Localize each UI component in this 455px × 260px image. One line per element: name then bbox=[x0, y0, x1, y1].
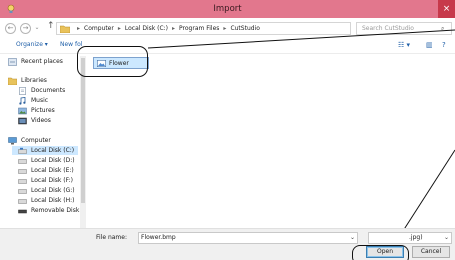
music-icon bbox=[19, 96, 26, 105]
nav-item-label: Videos bbox=[31, 117, 51, 124]
nav-item-pictures[interactable]: Pictures bbox=[18, 106, 55, 115]
breadcrumb-cutstudio[interactable]: CutStudio bbox=[230, 23, 259, 34]
nav-item-local-disk-h[interactable]: Local Disk (H:) bbox=[18, 196, 74, 205]
recent-places-icon bbox=[8, 57, 17, 66]
nav-item-local-disk-f[interactable]: Local Disk (F:) bbox=[18, 176, 73, 185]
new-folder-button[interactable]: New fol bbox=[60, 41, 82, 48]
file-name-input[interactable]: Flower.bmp ⌄ bbox=[138, 232, 358, 244]
nav-item-label: Computer bbox=[21, 137, 51, 144]
nav-item-label: Documents bbox=[31, 87, 66, 94]
nav-item-recent-places[interactable]: Recent places bbox=[8, 57, 63, 66]
nav-item-label: Removable Disk ( bbox=[31, 207, 84, 214]
nav-item-local-disk-d[interactable]: Local Disk (D:) bbox=[18, 156, 75, 165]
nav-item-removable-disk[interactable]: Removable Disk ( bbox=[18, 206, 84, 215]
help-button[interactable]: ? bbox=[442, 41, 446, 49]
nav-item-label: Local Disk (F:) bbox=[31, 177, 73, 184]
nav-item-label: Recent places bbox=[21, 58, 63, 65]
search-input[interactable]: Search CutStudio ⌕ bbox=[356, 22, 452, 35]
documents-icon bbox=[19, 86, 26, 95]
nav-item-videos[interactable]: Videos bbox=[18, 116, 51, 125]
title-bar: Import × bbox=[0, 0, 455, 18]
drive-icon bbox=[18, 147, 27, 154]
navigation-pane: Recent places Libraries Documents Music … bbox=[0, 54, 88, 234]
breadcrumb-local-disk-c[interactable]: Local Disk (C:) bbox=[125, 23, 168, 34]
recent-locations-button[interactable]: ⌄ bbox=[33, 23, 41, 34]
breadcrumb-separator: ▸ bbox=[117, 25, 121, 32]
drive-icon bbox=[18, 158, 27, 164]
close-button[interactable]: × bbox=[438, 0, 455, 18]
up-button[interactable]: ↑ bbox=[47, 21, 55, 31]
command-toolbar: Organize ▾ New fol ☷ ▾ ▥ ? bbox=[0, 39, 455, 54]
nav-item-computer[interactable]: Computer bbox=[8, 136, 51, 145]
file-type-select[interactable]: .jpg) ⌄ bbox=[368, 232, 452, 244]
nav-item-label: Local Disk (C:) bbox=[31, 147, 75, 154]
nav-item-label: Local Disk (H:) bbox=[31, 197, 75, 204]
videos-icon bbox=[18, 117, 27, 124]
breadcrumb: ▸ Computer ▸ Local Disk (C:) ▸ Program F… bbox=[73, 23, 260, 34]
nav-item-local-disk-c[interactable]: Local Disk (C:) bbox=[12, 146, 78, 155]
view-options-button[interactable]: ☷ ▾ bbox=[398, 41, 410, 49]
nav-item-label: Pictures bbox=[31, 107, 55, 114]
organize-button[interactable]: Organize ▾ bbox=[16, 41, 48, 48]
library-icon bbox=[8, 77, 17, 85]
callout-ring-selected-file bbox=[77, 46, 148, 77]
breadcrumb-separator: ▸ bbox=[77, 25, 81, 32]
back-button[interactable]: ← bbox=[5, 23, 16, 34]
forward-button[interactable]: → bbox=[20, 23, 31, 34]
folder-icon bbox=[60, 25, 70, 33]
search-icon[interactable]: ⌕ bbox=[441, 23, 449, 34]
breadcrumb-separator: ▸ bbox=[223, 25, 227, 32]
nav-item-libraries[interactable]: Libraries bbox=[8, 76, 47, 85]
drive-icon bbox=[18, 188, 27, 194]
file-type-value: .jpg) bbox=[409, 234, 423, 241]
breadcrumb-computer[interactable]: Computer bbox=[84, 23, 114, 34]
file-name-value: Flower.bmp bbox=[141, 234, 176, 241]
nav-item-local-disk-e[interactable]: Local Disk (E:) bbox=[18, 166, 74, 175]
chevron-down-icon[interactable]: ⌄ bbox=[444, 233, 449, 243]
drive-icon bbox=[18, 178, 27, 184]
breadcrumb-separator: ▸ bbox=[172, 25, 176, 32]
nav-item-label: Local Disk (E:) bbox=[31, 167, 74, 174]
window-title: Import bbox=[213, 4, 242, 14]
cancel-button[interactable]: Cancel bbox=[412, 246, 450, 258]
address-bar-row: ← → ⌄ ↑ ▸ Computer ▸ Local Disk (C:) ▸ P… bbox=[0, 18, 455, 39]
address-bar[interactable]: ▸ Computer ▸ Local Disk (C:) ▸ Program F… bbox=[56, 22, 404, 35]
removable-disk-icon bbox=[18, 209, 27, 213]
nav-item-music[interactable]: Music bbox=[18, 96, 48, 105]
pictures-icon bbox=[18, 107, 27, 114]
nav-item-label: Music bbox=[31, 97, 49, 104]
preview-pane-button[interactable]: ▥ bbox=[426, 41, 433, 49]
drive-icon bbox=[18, 168, 27, 174]
search-placeholder: Search CutStudio bbox=[362, 25, 414, 32]
file-list[interactable]: Flower bbox=[88, 54, 455, 234]
chevron-down-icon[interactable]: ⌄ bbox=[350, 233, 355, 243]
drive-icon bbox=[18, 198, 27, 204]
nav-item-label: Libraries bbox=[21, 77, 47, 84]
navigation-scrollbar-thumb[interactable] bbox=[81, 58, 85, 203]
breadcrumb-program-files[interactable]: Program Files bbox=[179, 23, 219, 34]
file-name-label: File name: bbox=[96, 234, 127, 241]
nav-item-label: Local Disk (D:) bbox=[31, 157, 75, 164]
nav-item-local-disk-g[interactable]: Local Disk (G:) bbox=[18, 186, 75, 195]
computer-icon bbox=[8, 136, 17, 144]
nav-item-documents[interactable]: Documents bbox=[18, 86, 65, 95]
nav-item-label: Local Disk (G:) bbox=[31, 187, 75, 194]
callout-ring-open-button bbox=[352, 245, 409, 260]
